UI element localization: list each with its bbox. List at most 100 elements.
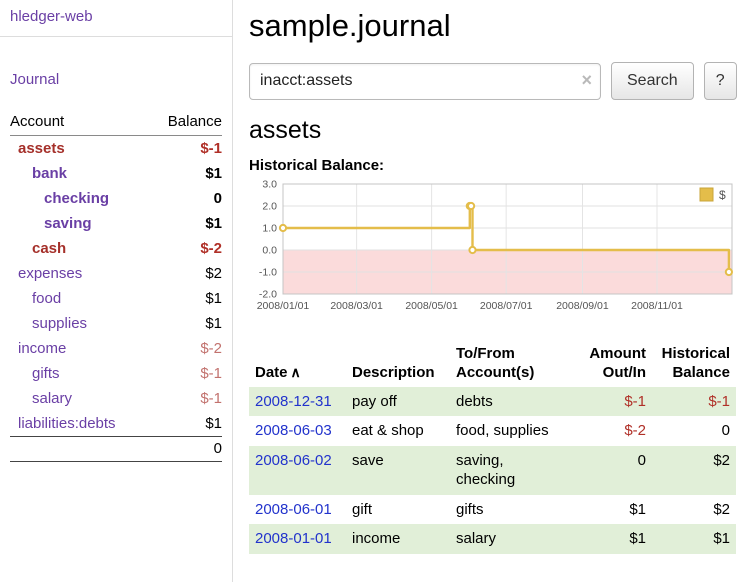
tofrom-cell: food, supplies [450, 416, 580, 446]
account-row: checking 0 [10, 186, 222, 211]
date-header-label: Date [255, 364, 288, 381]
account-balance: $2 [205, 265, 222, 282]
account-link-checking[interactable]: checking [10, 190, 109, 207]
balance-cell: $2 [652, 446, 736, 495]
register-header-balance: Historical Balance [652, 341, 736, 387]
svg-text:2.0: 2.0 [262, 201, 277, 213]
accounts-header: Account Balance [10, 109, 222, 136]
search-button[interactable]: Search [611, 62, 694, 100]
app-title-link[interactable]: hledger-web [10, 8, 93, 25]
accounts-total-row: 0 [10, 436, 222, 462]
account-link-salary[interactable]: salary [10, 390, 72, 407]
svg-text:2008/09/01: 2008/09/01 [556, 300, 609, 312]
account-balance: $-2 [200, 340, 222, 357]
accounts-header-account: Account [10, 113, 64, 130]
register-row: 2008-12-31 pay off debts $-1 $-1 [249, 387, 736, 417]
account-link-food[interactable]: food [10, 290, 61, 307]
date-cell: 2008-06-03 [249, 416, 346, 446]
search-input[interactable] [249, 63, 601, 100]
register-header-tofrom: To/From Account(s) [450, 341, 580, 387]
sidebar: hledger-web Journal Account Balance asse… [0, 0, 233, 582]
account-row: salary $-1 [10, 386, 222, 411]
help-button[interactable]: ? [704, 62, 737, 100]
account-link-liabilities-debts[interactable]: liabilities:debts [10, 415, 116, 432]
page-title: sample.journal [249, 8, 736, 44]
svg-text:2008/03/01: 2008/03/01 [330, 300, 383, 312]
account-row: assets $-1 [10, 136, 222, 161]
balance-cell: 0 [652, 416, 736, 446]
balance-cell: $1 [652, 524, 736, 554]
balance-chart-svg: $2008/01/012008/03/012008/05/012008/07/0… [249, 176, 736, 328]
account-balance: $-2 [200, 240, 222, 257]
account-balance: $-1 [200, 390, 222, 407]
nav-journal-link[interactable]: Journal [10, 71, 59, 88]
svg-text:2008/01/01: 2008/01/01 [257, 300, 310, 312]
date-link[interactable]: 2008-12-31 [255, 393, 332, 410]
brand: hledger-web [0, 0, 232, 37]
chart-title: Historical Balance: [249, 157, 736, 174]
date-link[interactable]: 2008-01-01 [255, 530, 332, 547]
account-link-bank[interactable]: bank [10, 165, 67, 182]
account-link-assets[interactable]: assets [10, 140, 65, 157]
account-balance: 0 [214, 190, 222, 207]
description-cell: save [346, 446, 450, 495]
account-row: cash $-2 [10, 236, 222, 261]
svg-text:1.0: 1.0 [262, 223, 277, 235]
register-row: 2008-06-03 eat & shop food, supplies $-2… [249, 416, 736, 446]
sort-asc-icon: ∧ [291, 364, 301, 380]
date-cell: 2008-12-31 [249, 387, 346, 417]
account-balance: $1 [205, 215, 222, 232]
date-cell: 2008-06-01 [249, 495, 346, 525]
date-link[interactable]: 2008-06-03 [255, 422, 332, 439]
svg-text:-2.0: -2.0 [259, 289, 277, 301]
balance-cell: $-1 [652, 387, 736, 417]
register-header-amount: Amount Out/In [580, 341, 652, 387]
amount-cell: $1 [580, 495, 652, 525]
account-link-income[interactable]: income [10, 340, 66, 357]
svg-text:3.0: 3.0 [262, 179, 277, 191]
svg-text:-1.0: -1.0 [259, 267, 277, 279]
amount-cell: $1 [580, 524, 652, 554]
account-balance: $1 [205, 315, 222, 332]
account-link-gifts[interactable]: gifts [10, 365, 60, 382]
account-link-cash[interactable]: cash [10, 240, 66, 257]
register-header-date[interactable]: Date∧ [249, 341, 346, 387]
account-row: income $-2 [10, 336, 222, 361]
accounts-table: Account Balance assets $-1 bank $1 check… [10, 109, 222, 462]
account-link-saving[interactable]: saving [10, 215, 92, 232]
tofrom-cell: salary [450, 524, 580, 554]
tofrom-cell: gifts [450, 495, 580, 525]
description-cell: income [346, 524, 450, 554]
accounts-header-balance: Balance [168, 113, 222, 130]
tofrom-cell: saving, checking [450, 446, 580, 495]
account-heading: assets [249, 116, 736, 145]
accounts-total: 0 [214, 440, 222, 457]
sidebar-nav: Journal [10, 71, 222, 89]
account-balance: $1 [205, 290, 222, 307]
register-row: 2008-06-01 gift gifts $1 $2 [249, 495, 736, 525]
description-cell: pay off [346, 387, 450, 417]
date-link[interactable]: 2008-06-01 [255, 501, 332, 518]
tofrom-cell: debts [450, 387, 580, 417]
description-cell: eat & shop [346, 416, 450, 446]
balance-cell: $2 [652, 495, 736, 525]
app-root: hledger-web Journal Account Balance asse… [0, 0, 742, 582]
main-content: sample.journal × Search ? assets Histori… [233, 0, 742, 582]
amount-cell: 0 [580, 446, 652, 495]
register-row: 2008-06-02 save saving, checking 0 $2 [249, 446, 736, 495]
account-balance: $-1 [200, 365, 222, 382]
svg-text:2008/11/01: 2008/11/01 [631, 300, 683, 312]
account-row: liabilities:debts $1 [10, 411, 222, 436]
svg-text:2008/05/01: 2008/05/01 [405, 300, 458, 312]
clear-search-icon[interactable]: × [581, 70, 592, 90]
date-link[interactable]: 2008-06-02 [255, 452, 332, 469]
svg-text:$: $ [719, 188, 726, 202]
account-row: supplies $1 [10, 311, 222, 336]
account-link-expenses[interactable]: expenses [10, 265, 82, 282]
date-cell: 2008-06-02 [249, 446, 346, 495]
date-cell: 2008-01-01 [249, 524, 346, 554]
account-link-supplies[interactable]: supplies [10, 315, 87, 332]
search-form: × Search ? [249, 62, 736, 100]
account-row: bank $1 [10, 161, 222, 186]
balance-chart: $2008/01/012008/03/012008/05/012008/07/0… [249, 176, 736, 333]
